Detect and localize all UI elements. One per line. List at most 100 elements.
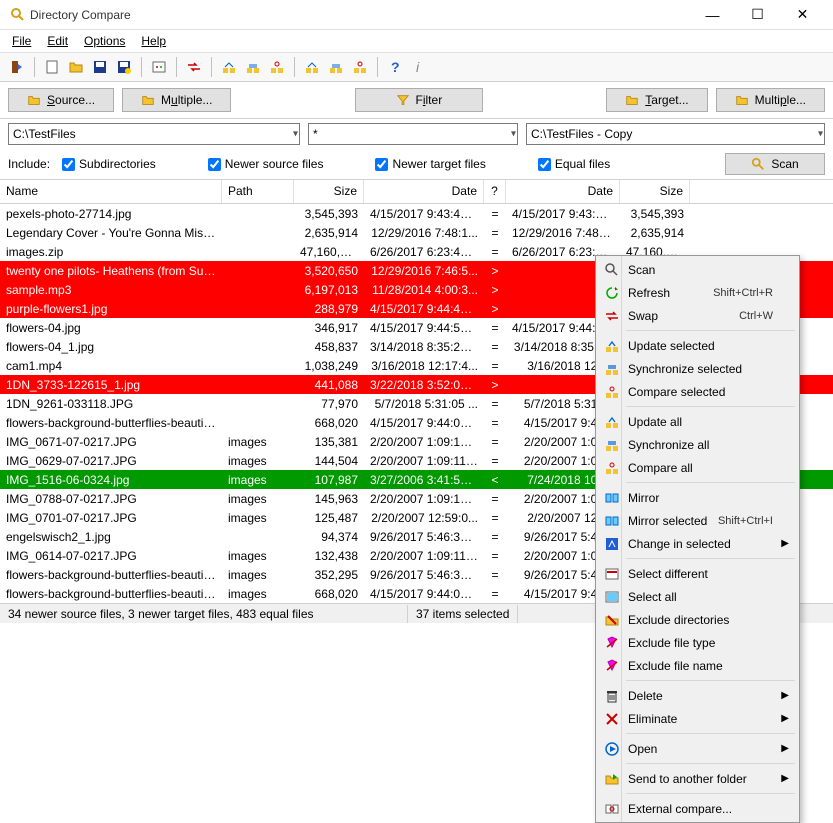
context-item-refresh[interactable]: +RefreshShift+Ctrl+R — [598, 281, 797, 304]
open-icon[interactable] — [65, 56, 87, 78]
equal-files-checkbox[interactable]: Equal files — [538, 157, 610, 171]
context-item-compare-selected[interactable]: Compare selected — [598, 380, 797, 403]
cell-mark: > — [484, 282, 506, 298]
close-button[interactable]: ✕ — [780, 0, 825, 29]
context-item-open[interactable]: Open▶ — [598, 737, 797, 760]
menu-file[interactable]: File — [4, 32, 39, 50]
cell-date1: 2/20/2007 1:09:12 ... — [364, 491, 484, 507]
cell-name: twenty one pilots- Heathens (from Suicid… — [0, 263, 222, 279]
col-path[interactable]: Path — [222, 180, 294, 203]
cell-name: flowers-04_1.jpg — [0, 339, 222, 355]
col-date1[interactable]: Date — [364, 180, 484, 203]
subdirs-checkbox[interactable]: Subdirectories — [62, 157, 156, 171]
context-item-mirror-selected[interactable]: Mirror selectedShift+Ctrl+I — [598, 509, 797, 532]
source-path-input[interactable] — [8, 123, 300, 145]
context-label: Open — [628, 742, 657, 756]
col-size2[interactable]: Size — [620, 180, 690, 203]
svg-text:?: ? — [391, 59, 400, 75]
compare-sel-icon[interactable] — [266, 56, 288, 78]
about-icon[interactable]: i — [408, 56, 430, 78]
cell-date1: 4/15/2017 9:44:03 ... — [364, 415, 484, 431]
col-mark[interactable]: ? — [484, 180, 506, 203]
cell-mark: = — [484, 206, 506, 222]
cell-size1: 458,837 — [294, 339, 364, 355]
saveas-icon[interactable] — [113, 56, 135, 78]
cell-mark: > — [484, 301, 506, 317]
cell-name: IMG_0614-07-0217.JPG — [0, 548, 222, 564]
table-row[interactable]: pexels-photo-27714.jpg3,545,3934/15/2017… — [0, 204, 833, 223]
cell-date1: 9/26/2017 5:46:30 ... — [364, 567, 484, 583]
menu-edit[interactable]: Edit — [39, 32, 76, 50]
update-all-icon[interactable] — [301, 56, 323, 78]
context-item-update-all[interactable]: Update all — [598, 410, 797, 433]
help-icon[interactable]: ? — [384, 56, 406, 78]
cell-size1: 1,038,249 — [294, 358, 364, 374]
external-icon — [604, 801, 620, 817]
compare-icon — [604, 460, 620, 476]
context-item-eliminate[interactable]: Eliminate▶ — [598, 707, 797, 730]
col-size1[interactable]: Size — [294, 180, 364, 203]
menu-options[interactable]: Options — [76, 32, 133, 50]
swap-icon[interactable] — [183, 56, 205, 78]
cell-mark: = — [484, 434, 506, 450]
source-button[interactable]: Source... — [8, 88, 114, 112]
sync-all-icon[interactable] — [325, 56, 347, 78]
cell-size2: 2,635,914 — [620, 225, 690, 241]
context-item-compare-all[interactable]: Compare all — [598, 456, 797, 479]
col-date2[interactable]: Date — [506, 180, 620, 203]
cell-date1: 12/29/2016 7:46:5... — [364, 263, 484, 279]
context-item-external-compare-[interactable]: External compare... — [598, 797, 797, 820]
context-sep — [626, 330, 795, 331]
filter-input[interactable] — [308, 123, 518, 145]
target-button[interactable]: Target... — [606, 88, 707, 112]
cell-date1: 9/26/2017 5:46:35 ... — [364, 529, 484, 545]
context-item-synchronize-all[interactable]: Synchronize all — [598, 433, 797, 456]
new-icon[interactable] — [41, 56, 63, 78]
newer-source-checkbox[interactable]: Newer source files — [208, 157, 324, 171]
minimize-button[interactable]: — — [690, 0, 735, 29]
sync-sel-icon[interactable] — [242, 56, 264, 78]
filter-button[interactable]: Filter — [355, 88, 484, 112]
save-icon[interactable] — [89, 56, 111, 78]
exit-icon[interactable] — [6, 56, 28, 78]
cell-name: IMG_0788-07-0217.JPG — [0, 491, 222, 507]
table-row[interactable]: Legendary Cover - You're Gonna Miss Me .… — [0, 223, 833, 242]
context-label: External compare... — [628, 802, 732, 816]
menu-help[interactable]: Help — [133, 32, 174, 50]
col-name[interactable]: Name — [0, 180, 222, 203]
multiple-target-button[interactable]: Multiple... — [716, 88, 825, 112]
scan-button[interactable]: Scan — [725, 153, 825, 175]
cell-date1: 3/14/2018 8:35:26 ... — [364, 339, 484, 355]
context-item-synchronize-selected[interactable]: Synchronize selected — [598, 357, 797, 380]
cell-date1: 2/20/2007 1:09:11 ... — [364, 548, 484, 564]
context-item-exclude-file-type[interactable]: Exclude file type — [598, 631, 797, 654]
cell-path — [222, 251, 294, 253]
mirror-icon — [604, 490, 620, 506]
context-item-select-all[interactable]: Select all — [598, 585, 797, 608]
multiple-source-button[interactable]: Multiple... — [122, 88, 231, 112]
context-label: Exclude file name — [628, 659, 723, 673]
context-item-mirror[interactable]: Mirror — [598, 486, 797, 509]
toolbar-sep — [34, 57, 35, 77]
context-item-change-in-selected[interactable]: Change in selected▶ — [598, 532, 797, 555]
context-item-scan[interactable]: Scan — [598, 258, 797, 281]
context-item-update-selected[interactable]: Update selected — [598, 334, 797, 357]
cell-path: images — [222, 453, 294, 469]
options-icon[interactable] — [148, 56, 170, 78]
context-item-exclude-directories[interactable]: Exclude directories — [598, 608, 797, 631]
update-sel-icon[interactable] — [218, 56, 240, 78]
newer-target-checkbox[interactable]: Newer target files — [375, 157, 485, 171]
context-item-delete[interactable]: Delete▶ — [598, 684, 797, 707]
cell-size1: 2,635,914 — [294, 225, 364, 241]
target-path-input[interactable] — [526, 123, 825, 145]
context-item-exclude-file-name[interactable]: Exclude file name — [598, 654, 797, 677]
refresh-icon: + — [604, 285, 620, 301]
compare-all-icon[interactable] — [349, 56, 371, 78]
cell-mark: = — [484, 548, 506, 564]
excltype-icon — [604, 635, 620, 651]
context-item-send-to-another-folder[interactable]: Send to another folder▶ — [598, 767, 797, 790]
cell-path — [222, 213, 294, 215]
context-item-select-different[interactable]: Select different — [598, 562, 797, 585]
maximize-button[interactable]: ☐ — [735, 0, 780, 29]
context-item-swap[interactable]: SwapCtrl+W — [598, 304, 797, 327]
